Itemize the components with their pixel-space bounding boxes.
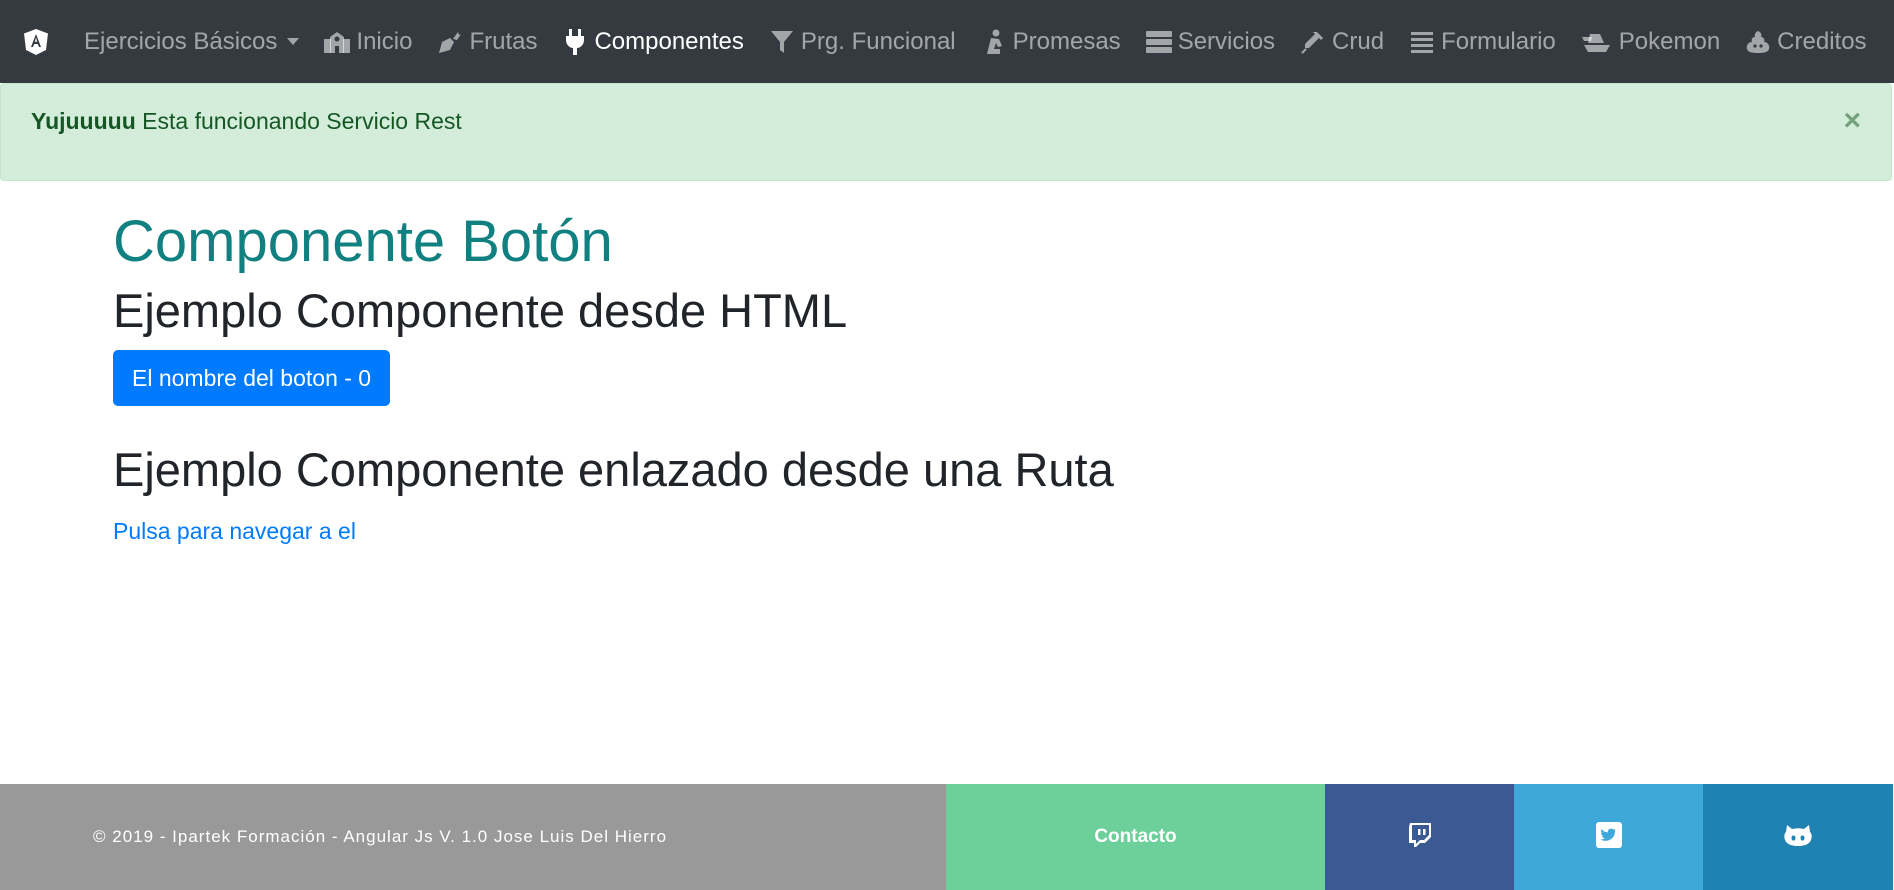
section-heading-route: Ejemplo Componente enlazado desde una Ru… bbox=[113, 442, 1114, 496]
navigate-link[interactable]: Pulsa para navegar a el bbox=[113, 518, 356, 545]
ship-icon bbox=[1581, 29, 1613, 55]
top-navbar: Ejercicios Básicos Inicio Frutas Compone… bbox=[0, 0, 1894, 83]
carrot-icon bbox=[437, 29, 463, 55]
nav-item-label: Servicios bbox=[1177, 27, 1276, 55]
nav-item-label: Componentes bbox=[594, 27, 744, 55]
nav-item-creditos[interactable]: Creditos bbox=[1745, 27, 1867, 56]
nav-item-pokemon[interactable]: Pokemon bbox=[1581, 28, 1720, 56]
nav-item-label: Crud bbox=[1332, 27, 1385, 55]
syringe-icon bbox=[1300, 29, 1326, 55]
section-heading-html: Ejemplo Componente desde HTML bbox=[113, 283, 848, 337]
nav-item-frutas[interactable]: Frutas bbox=[437, 28, 537, 56]
nav-item-prg-funcional[interactable]: Prg. Funcional bbox=[769, 28, 956, 56]
contact-button[interactable]: Contacto bbox=[946, 784, 1325, 890]
nav-item-componentes[interactable]: Componentes bbox=[562, 27, 744, 56]
nav-item-servicios[interactable]: Servicios bbox=[1145, 27, 1276, 56]
success-alert: Yujuuuuu Esta funcionando Servicio Rest … bbox=[0, 83, 1892, 181]
close-icon[interactable]: × bbox=[1843, 106, 1861, 136]
twitch-icon bbox=[1407, 822, 1433, 853]
nav-item-label: Frutas bbox=[469, 27, 538, 55]
nav-item-label: Promesas bbox=[1012, 27, 1121, 55]
nav-item-label: Creditos bbox=[1777, 27, 1867, 55]
nav-item-crud[interactable]: Crud bbox=[1300, 28, 1384, 56]
twitter-icon bbox=[1595, 821, 1622, 853]
server-icon bbox=[1145, 29, 1172, 55]
nav-item-label: Ejercicios Básicos bbox=[84, 27, 278, 55]
github-icon bbox=[1783, 823, 1813, 852]
angular-logo-icon[interactable] bbox=[22, 27, 50, 57]
page-title: Componente Botón bbox=[113, 209, 613, 274]
nav-item-label: Formulario bbox=[1441, 27, 1556, 55]
filter-icon bbox=[769, 29, 795, 55]
nav-item-promesas[interactable]: Promesas bbox=[981, 28, 1121, 56]
nav-item-inicio[interactable]: Inicio bbox=[324, 28, 412, 56]
caret-down-icon bbox=[287, 38, 300, 45]
footer: © 2019 - Ipartek Formación - Angular Js … bbox=[0, 784, 1894, 890]
poo-icon bbox=[1745, 29, 1771, 55]
twitter-link[interactable] bbox=[1514, 784, 1703, 890]
alert-message: Esta funcionando Servicio Rest bbox=[135, 108, 462, 134]
footer-copyright: © 2019 - Ipartek Formación - Angular Js … bbox=[0, 784, 946, 890]
plug-icon bbox=[562, 28, 588, 55]
alert-strong-text: Yujuuuuu bbox=[31, 108, 136, 134]
nav-item-label: Prg. Funcional bbox=[800, 27, 956, 55]
list-icon bbox=[1409, 29, 1435, 55]
school-icon bbox=[324, 29, 351, 55]
praying-icon bbox=[981, 29, 1007, 55]
twitch-link[interactable] bbox=[1325, 784, 1514, 890]
component-button[interactable]: El nombre del boton - 0 bbox=[113, 349, 391, 406]
nav-ejercicios-basicos-dropdown[interactable]: Ejercicios Básicos bbox=[84, 27, 300, 56]
nav-item-label: Inicio bbox=[356, 27, 413, 55]
nav-item-formulario[interactable]: Formulario bbox=[1409, 28, 1556, 56]
nav-item-label: Pokemon bbox=[1618, 27, 1721, 55]
github-link[interactable] bbox=[1703, 784, 1893, 890]
main-content: Componente Botón Ejemplo Componente desd… bbox=[113, 200, 1713, 545]
